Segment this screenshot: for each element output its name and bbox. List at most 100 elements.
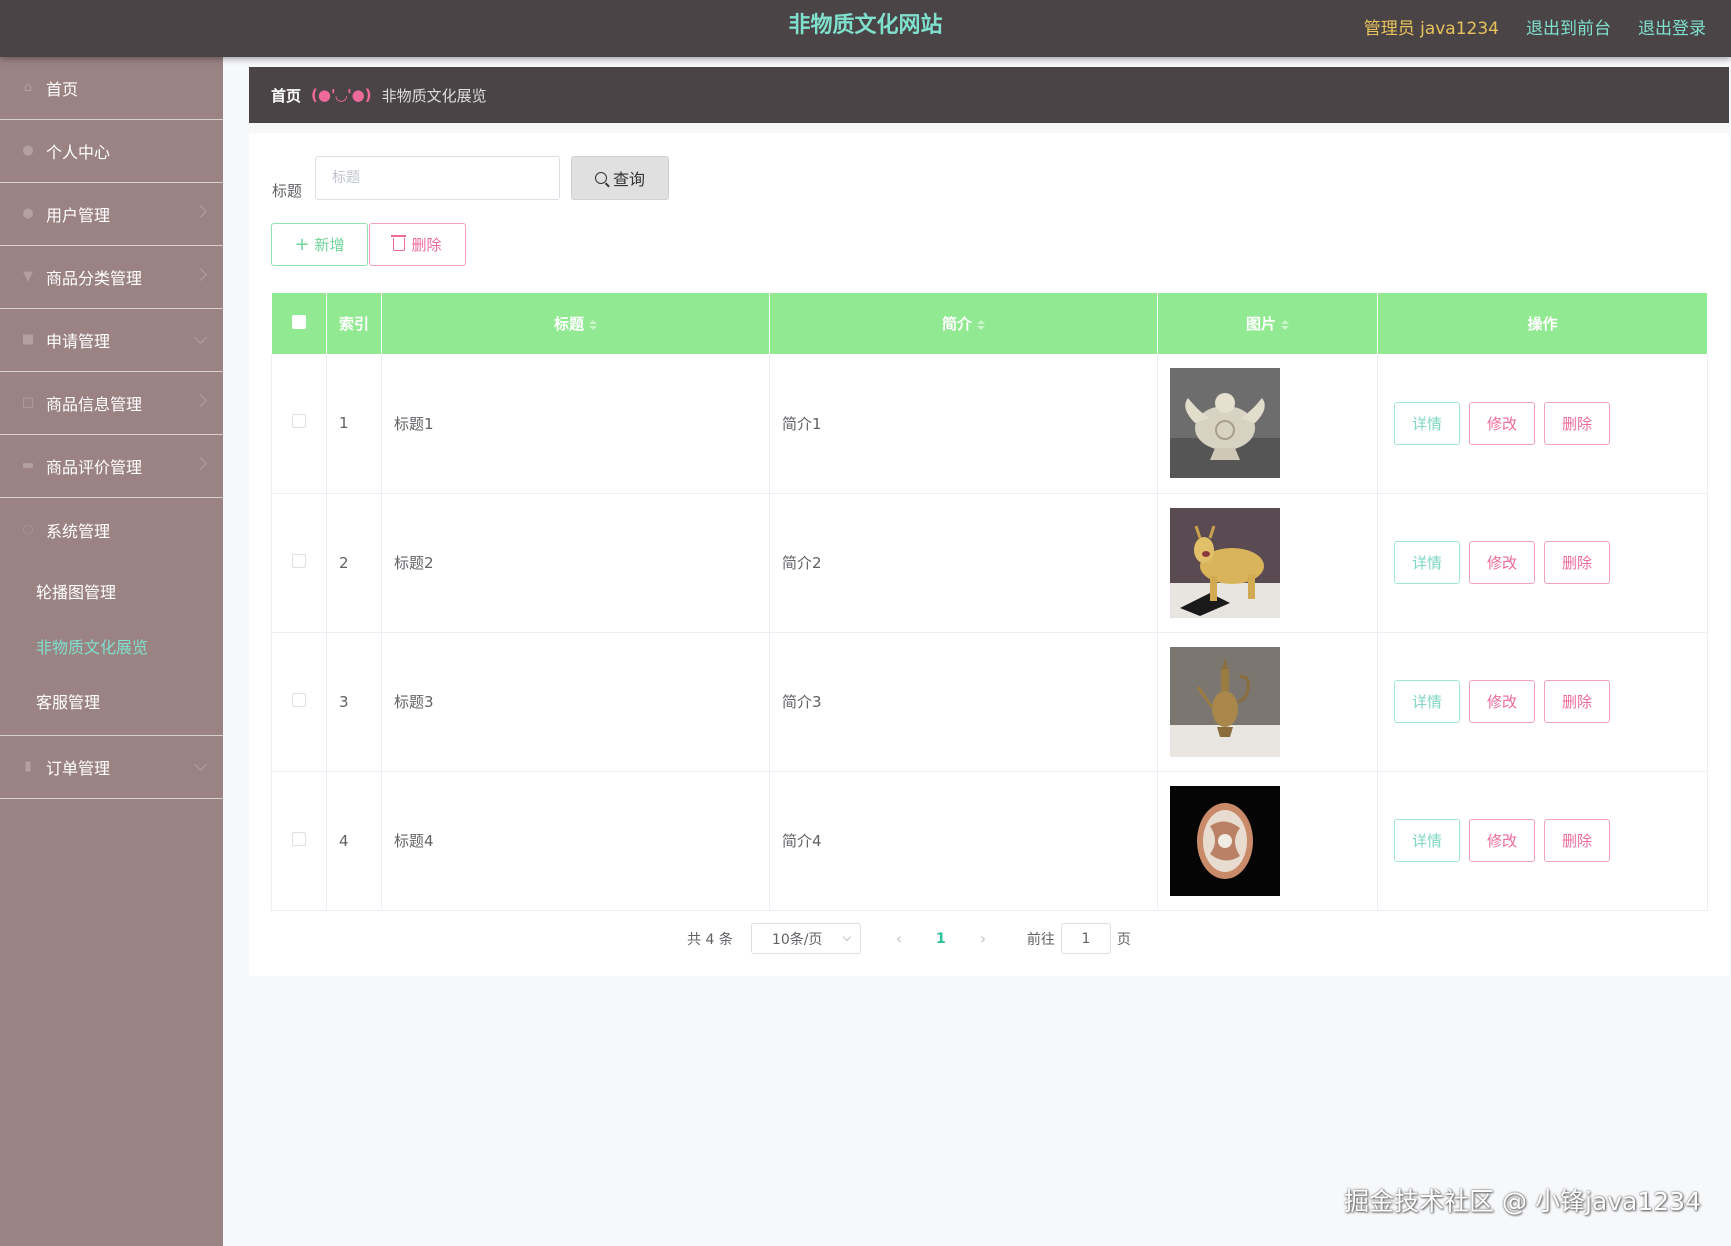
header-intro[interactable]: 简介 [769, 293, 1158, 354]
top-bar: 非物质文化网站 管理员 java1234 退出到前台 退出登录 [0, 0, 1731, 57]
pagination-total: 共 4 条 [687, 931, 733, 948]
table-row: 2 标题2 简介2 详情 修改 删除 [271, 493, 1708, 633]
sidebar-item-profile[interactable]: ● 个人中心 [0, 120, 223, 183]
sidebar-item-label: 商品评价管理 [46, 458, 143, 477]
query-button[interactable]: 查询 [571, 156, 669, 200]
sort-icon[interactable] [1281, 319, 1289, 330]
detail-button[interactable]: 详情 [1394, 541, 1460, 584]
order-icon: ▮ [24, 759, 32, 774]
cell-intro: 简介1 [769, 354, 1158, 494]
sidebar-item-apply[interactable]: ■ 申请管理 [0, 309, 223, 372]
table-row: 1 标题1 简介1 详情 修改 删除 [271, 354, 1708, 494]
edit-button[interactable]: 修改 [1469, 680, 1535, 723]
cell-intro: 简介4 [769, 771, 1158, 911]
add-button[interactable]: + 新增 [271, 223, 368, 266]
prev-page-button[interactable]: ‹ [879, 929, 919, 948]
breadcrumb: 首页 (●'◡'●) 非物质文化展览 [249, 67, 1729, 123]
detail-button[interactable]: 详情 [1394, 680, 1460, 723]
cell-index: 3 [326, 632, 382, 772]
watermark: 掘金技术社区 @ 小锋java1234 [1344, 1187, 1701, 1216]
cell-index: 4 [326, 771, 382, 911]
pagination: 共 4 条 10条/页 ‹ 1 › 前往 页 [249, 923, 1729, 954]
sort-icon[interactable] [589, 319, 597, 330]
sidebar: ⌂ 首页 ● 个人中心 ● 用户管理 ▼ 商品分类管理 ■ 申请管理 □ 商品信… [0, 57, 223, 1246]
detail-button[interactable]: 详情 [1394, 401, 1460, 445]
select-all-header[interactable] [271, 293, 327, 354]
edit-button[interactable]: 修改 [1469, 819, 1535, 862]
header-index: 索引 [326, 293, 382, 354]
delete-button[interactable]: 删除 [1544, 819, 1610, 862]
row-checkbox[interactable] [292, 414, 306, 429]
edit-button[interactable]: 修改 [1469, 401, 1535, 445]
sidebar-item-goods[interactable]: □ 商品信息管理 [0, 372, 223, 435]
sidebar-item-order[interactable]: ▮ 订单管理 [0, 736, 223, 799]
category-icon: ▼ [23, 269, 33, 284]
cell-image [1157, 493, 1378, 633]
user-icon: ● [22, 143, 34, 158]
logout-link[interactable]: 退出登录 [1638, 14, 1706, 39]
delete-button[interactable]: 删除 [1544, 541, 1610, 584]
sidebar-item-label: 个人中心 [46, 143, 111, 162]
search-input[interactable] [315, 156, 560, 200]
next-page-button[interactable]: › [963, 929, 1003, 948]
sidebar-subitem-exhibition[interactable]: 非物质文化展览 [0, 620, 223, 675]
goto-label: 前往 [1026, 931, 1055, 948]
delete-button[interactable]: 删除 [1544, 680, 1610, 723]
row-checkbox[interactable] [292, 831, 306, 846]
page-suffix: 页 [1116, 931, 1131, 948]
sidebar-item-label: 系统管理 [46, 521, 111, 541]
sidebar-subitem-carousel[interactable]: 轮播图管理 [0, 565, 223, 620]
artifact-image-ewer[interactable] [1170, 646, 1280, 757]
sidebar-item-comment[interactable]: ▬ 商品评价管理 [0, 435, 223, 498]
row-checkbox[interactable] [292, 692, 306, 707]
search-label: 标题 [272, 182, 303, 200]
exhibition-table: 索引 标题 简介 图片 操作 1 标题1 简介1 详情 修改 删除 2 标题2 … [271, 293, 1708, 911]
row-select-cell[interactable] [271, 771, 327, 911]
back-to-front-link[interactable]: 退出到前台 [1526, 14, 1611, 39]
page-number-1[interactable]: 1 [919, 931, 963, 947]
admin-label: 管理员 java1234 [1363, 18, 1499, 39]
sidebar-item-system[interactable]: ◌ 系统管理 [0, 498, 223, 561]
row-checkbox[interactable] [292, 553, 306, 568]
chevron-down-icon [194, 331, 207, 344]
edit-button[interactable]: 修改 [1469, 541, 1535, 584]
cell-title: 标题4 [381, 771, 770, 911]
goto-page-input[interactable] [1060, 923, 1111, 954]
chevron-down-icon [194, 758, 207, 771]
cell-title: 标题3 [381, 632, 770, 772]
sidebar-item-label: 商品分类管理 [46, 269, 143, 288]
header-title[interactable]: 标题 [381, 293, 770, 354]
artifact-image-bird[interactable] [1170, 368, 1280, 479]
sidebar-item-users[interactable]: ● 用户管理 [0, 183, 223, 246]
cell-title: 标题2 [381, 493, 770, 633]
users-icon: ● [22, 206, 34, 221]
delete-button[interactable]: 删除 [1544, 401, 1610, 445]
breadcrumb-home[interactable]: 首页 [271, 85, 301, 106]
query-button-label: 查询 [612, 170, 645, 189]
page-size-select[interactable]: 10条/页 [750, 923, 861, 954]
top-links: 管理员 java1234 退出到前台 退出登录 [1364, 0, 1706, 52]
cell-actions: 详情 修改 删除 [1377, 354, 1708, 494]
cell-intro: 简介2 [769, 493, 1158, 633]
row-select-cell[interactable] [271, 354, 327, 494]
row-select-cell[interactable] [271, 632, 327, 772]
sort-icon[interactable] [977, 319, 985, 330]
sidebar-item-label: 首页 [46, 80, 79, 99]
sidebar-item-category[interactable]: ▼ 商品分类管理 [0, 246, 223, 309]
sidebar-item-label: 用户管理 [46, 206, 111, 225]
trash-icon [391, 235, 407, 251]
header-image[interactable]: 图片 [1157, 293, 1378, 354]
select-all-checkbox[interactable] [291, 314, 306, 329]
row-select-cell[interactable] [271, 493, 327, 633]
sidebar-subitem-service[interactable]: 客服管理 [0, 675, 223, 730]
cell-image [1157, 632, 1378, 772]
artifact-image-jade[interactable] [1170, 785, 1280, 896]
detail-button[interactable]: 详情 [1394, 819, 1460, 862]
breadcrumb-current: 非物质文化展览 [381, 86, 487, 105]
batch-delete-label: 删除 [411, 236, 442, 254]
artifact-image-ox[interactable] [1170, 507, 1280, 618]
sidebar-item-home[interactable]: ⌂ 首页 [0, 57, 223, 120]
batch-delete-button[interactable]: 删除 [369, 223, 466, 266]
page-size-value: 10条/页 [771, 931, 823, 948]
main-panel: 标题 查询 + 新增 删除 索引 标题 简介 图片 操作 [249, 133, 1729, 976]
